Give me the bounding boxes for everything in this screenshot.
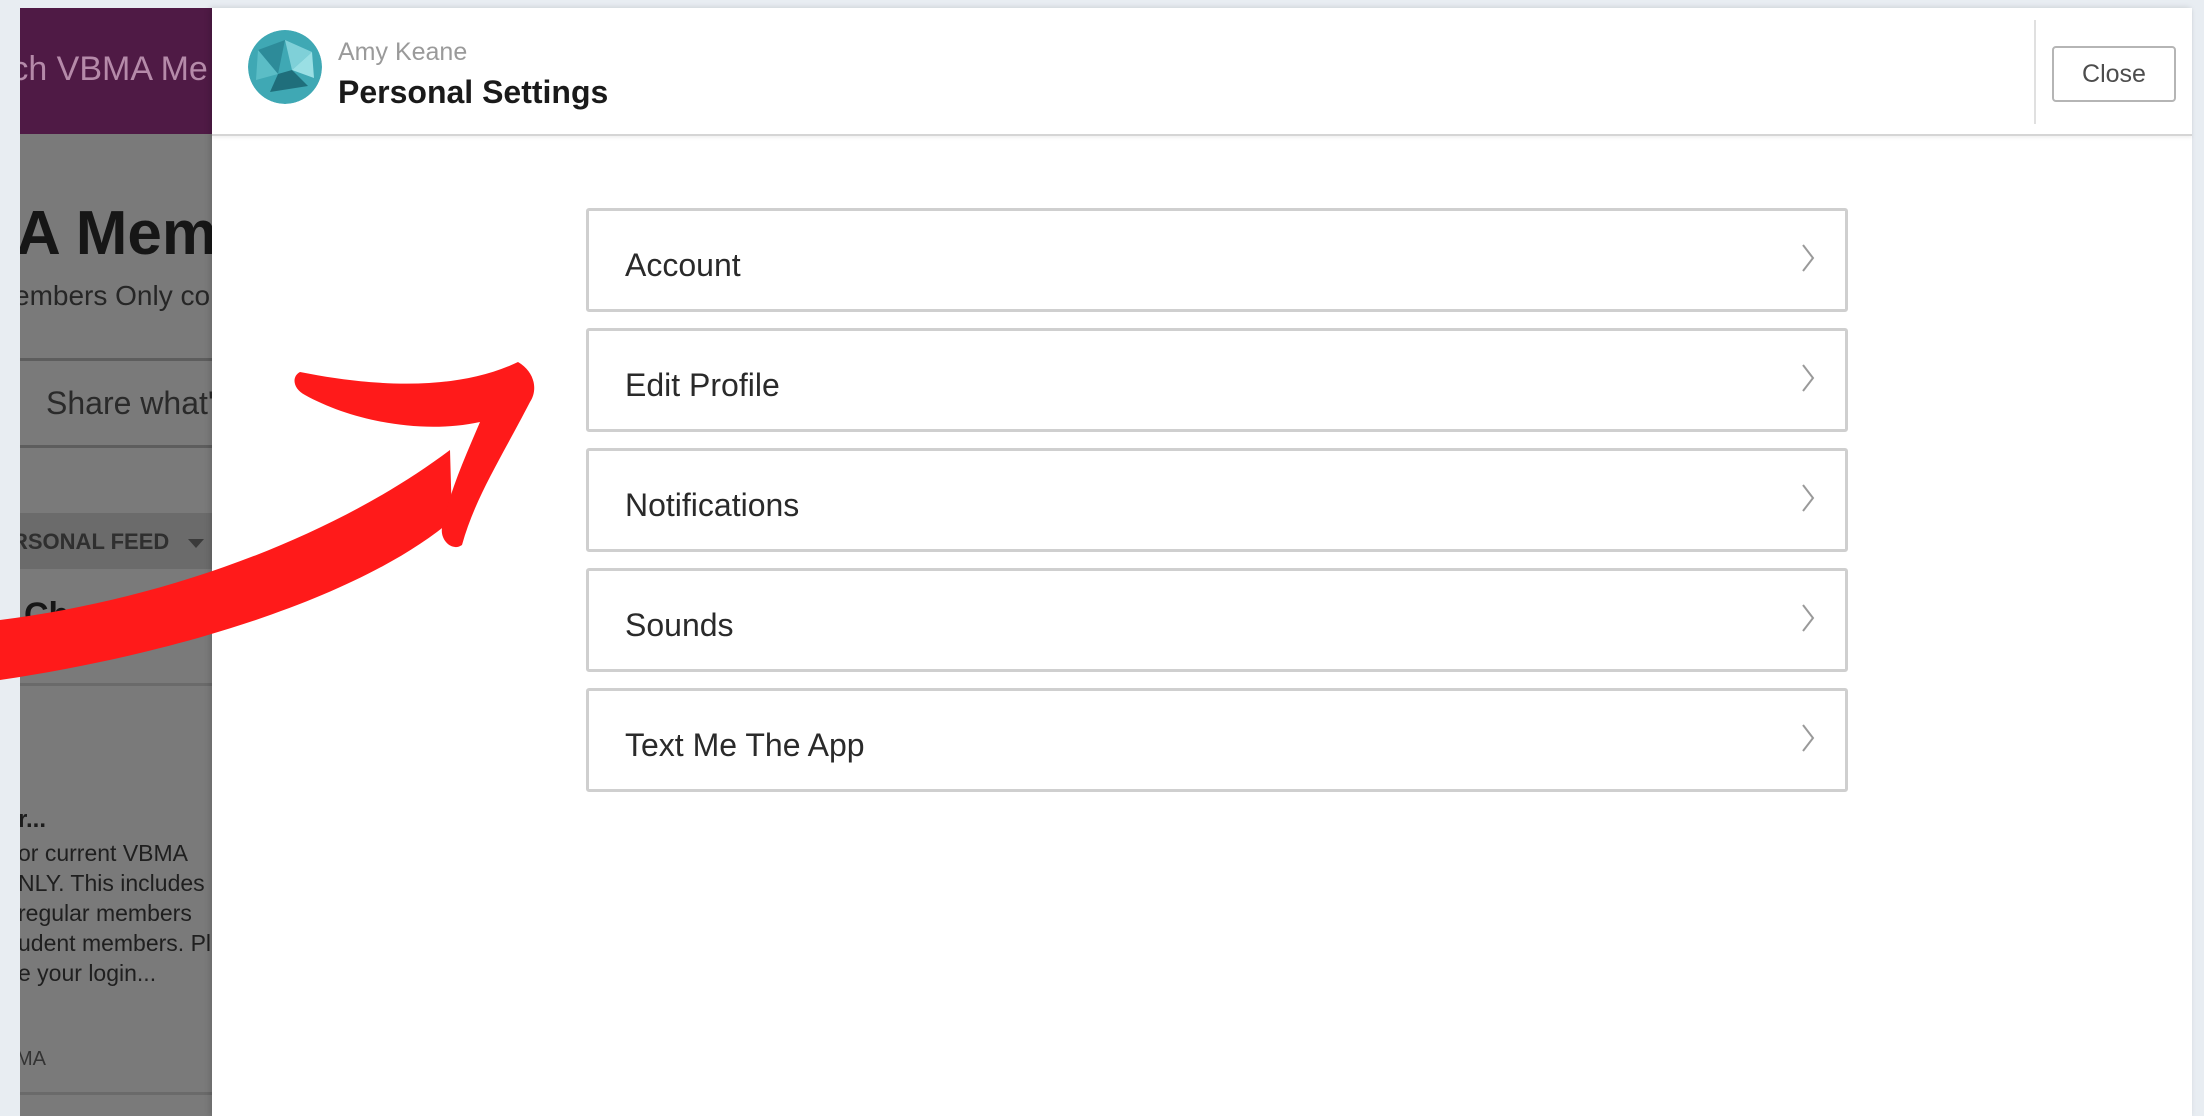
page-title: Personal Settings — [338, 74, 609, 110]
menu-item-account[interactable]: Account — [586, 208, 1848, 312]
chevron-right-icon — [1802, 604, 1815, 632]
background-search-input: rch VBMA Me — [20, 50, 208, 88]
personal-settings-panel: Amy Keane Personal Settings Close Accoun… — [212, 8, 2192, 1116]
background-group-title: A Meml — [20, 199, 235, 268]
background-post-title: r... — [20, 806, 47, 833]
menu-item-sounds[interactable]: Sounds — [586, 568, 1848, 672]
background-feed-label: RSONAL FEED — [20, 529, 170, 554]
background-checklist-title: Checkli — [24, 596, 145, 634]
background-share-placeholder: Share what' — [46, 385, 214, 421]
close-button[interactable]: Close — [2052, 46, 2176, 102]
menu-item-label: Sounds — [625, 607, 734, 643]
header-user-name: Amy Keane — [338, 38, 468, 66]
chevron-right-icon — [1802, 364, 1815, 392]
menu-item-text-me-the-app[interactable]: Text Me The App — [586, 688, 1848, 792]
chevron-right-icon — [1802, 724, 1815, 752]
avatar[interactable] — [248, 30, 322, 104]
menu-item-label: Account — [625, 247, 741, 283]
background-post-footer: MA — [20, 1048, 46, 1070]
menu-item-label: Text Me The App — [625, 727, 865, 763]
avatar-image — [248, 30, 322, 104]
caret-down-icon — [188, 539, 204, 548]
panel-header: Amy Keane Personal Settings Close — [212, 8, 2192, 136]
chevron-right-icon — [1802, 244, 1815, 272]
menu-item-notifications[interactable]: Notifications — [586, 448, 1848, 552]
screen: rch VBMA Me A Meml embers Only co Share … — [0, 0, 2204, 1116]
chevron-right-icon — [1802, 484, 1815, 512]
menu-item-label: Notifications — [625, 487, 800, 523]
header-divider — [2034, 20, 2036, 124]
background-group-subtitle: embers Only co — [20, 280, 211, 311]
settings-menu: Account Edit Profile Notifications Sound… — [586, 208, 1848, 808]
menu-item-label: Edit Profile — [625, 367, 780, 403]
menu-item-edit-profile[interactable]: Edit Profile — [586, 328, 1848, 432]
